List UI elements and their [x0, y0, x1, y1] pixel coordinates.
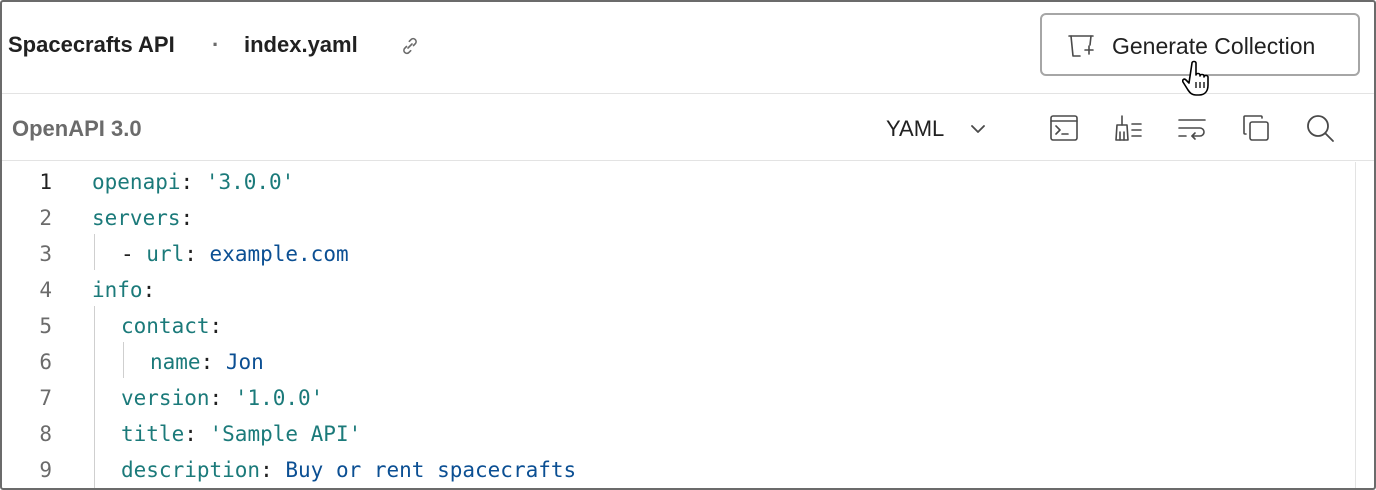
yaml-colon: : [209, 386, 223, 410]
yaml-value: '3.0.0' [193, 170, 295, 194]
yaml-colon: : [209, 314, 223, 338]
yaml-value: Jon [213, 350, 264, 374]
line-number: 9 [39, 458, 52, 482]
line-number: 5 [39, 314, 52, 338]
code-editor[interactable]: 1 openapi: '3.0.0' 2 servers: 3 - url: e… [2, 162, 1356, 488]
line-number: 7 [39, 386, 52, 410]
copy-icon[interactable] [1240, 112, 1272, 144]
code-line[interactable]: 8 title: 'Sample API' [2, 416, 1355, 452]
code-text: - url: example.com [121, 236, 349, 272]
separator: · [212, 32, 220, 57]
code-line[interactable]: 5 contact: [2, 308, 1355, 344]
yaml-key: version [121, 386, 210, 410]
api-name[interactable]: Spacecrafts API [8, 32, 175, 58]
code-line[interactable]: 2 servers: [2, 200, 1355, 236]
yaml-value: 'Sample API' [196, 422, 362, 446]
yaml-dash: - [121, 242, 147, 266]
yaml-colon: : [200, 350, 214, 374]
code-text: title: 'Sample API' [121, 416, 361, 452]
yaml-colon: : [180, 170, 194, 194]
beautify-icon[interactable] [1112, 112, 1144, 144]
code-text: version: '1.0.0' [121, 380, 323, 416]
yaml-value: example.com [196, 242, 349, 266]
yaml-key: servers [92, 206, 181, 230]
line-number: 2 [39, 206, 52, 230]
yaml-key: url [146, 242, 185, 266]
yaml-colon: : [142, 278, 156, 302]
link-icon[interactable] [398, 34, 422, 58]
yaml-colon: : [184, 422, 197, 446]
yaml-colon: : [260, 458, 273, 482]
yaml-value: Buy or rent spacecrafts [272, 458, 577, 482]
generate-collection-label: Generate Collection [1112, 33, 1316, 59]
search-icon[interactable] [1304, 112, 1336, 144]
code-line[interactable]: 4 info: [2, 272, 1355, 308]
code-text: contact: [121, 308, 222, 344]
line-number: 6 [39, 350, 52, 374]
editor-toolbar: OpenAPI 3.0 YAML [2, 95, 1374, 161]
code-line[interactable]: 3 - url: example.com [2, 236, 1355, 272]
format-selected-value: YAML [886, 116, 945, 141]
chevron-down-icon [968, 119, 988, 139]
code-text: servers: [92, 200, 193, 236]
line-number: 3 [39, 242, 52, 266]
yaml-colon: : [184, 242, 197, 266]
terminal-icon[interactable] [1048, 112, 1080, 144]
format-dropdown[interactable]: YAML [886, 115, 988, 143]
yaml-key: info [92, 278, 143, 302]
code-line[interactable]: 7 version: '1.0.0' [2, 380, 1355, 416]
line-number: 4 [39, 278, 52, 302]
api-definition-panel: Spacecrafts API · index.yaml Generate Co… [0, 0, 1376, 490]
yaml-key: description [121, 458, 261, 482]
code-line[interactable]: 1 openapi: '3.0.0' [2, 164, 1355, 200]
collection-add-icon [1066, 31, 1096, 61]
code-text: openapi: '3.0.0' [92, 164, 294, 200]
yaml-key: openapi [92, 170, 181, 194]
line-number: 8 [39, 422, 52, 446]
wrap-lines-icon[interactable] [1176, 112, 1208, 144]
yaml-key: name [150, 350, 201, 374]
yaml-key: contact [121, 314, 210, 338]
yaml-key: title [121, 422, 185, 446]
code-line[interactable]: 9 description: Buy or rent spacecrafts [2, 452, 1355, 488]
filename[interactable]: index.yaml [244, 32, 358, 58]
code-text: description: Buy or rent spacecrafts [121, 452, 576, 488]
yaml-colon: : [180, 206, 194, 230]
code-line[interactable]: 6 name: Jon [2, 344, 1355, 380]
hand-pointer-icon [1181, 60, 1216, 98]
header: Spacecrafts API · index.yaml Generate Co… [2, 2, 1374, 96]
line-number: 1 [39, 170, 52, 194]
code-text: name: Jon [150, 344, 264, 380]
yaml-value: '1.0.0' [222, 386, 324, 410]
code-text: info: [92, 272, 155, 308]
spec-version-label: OpenAPI 3.0 [12, 116, 142, 141]
